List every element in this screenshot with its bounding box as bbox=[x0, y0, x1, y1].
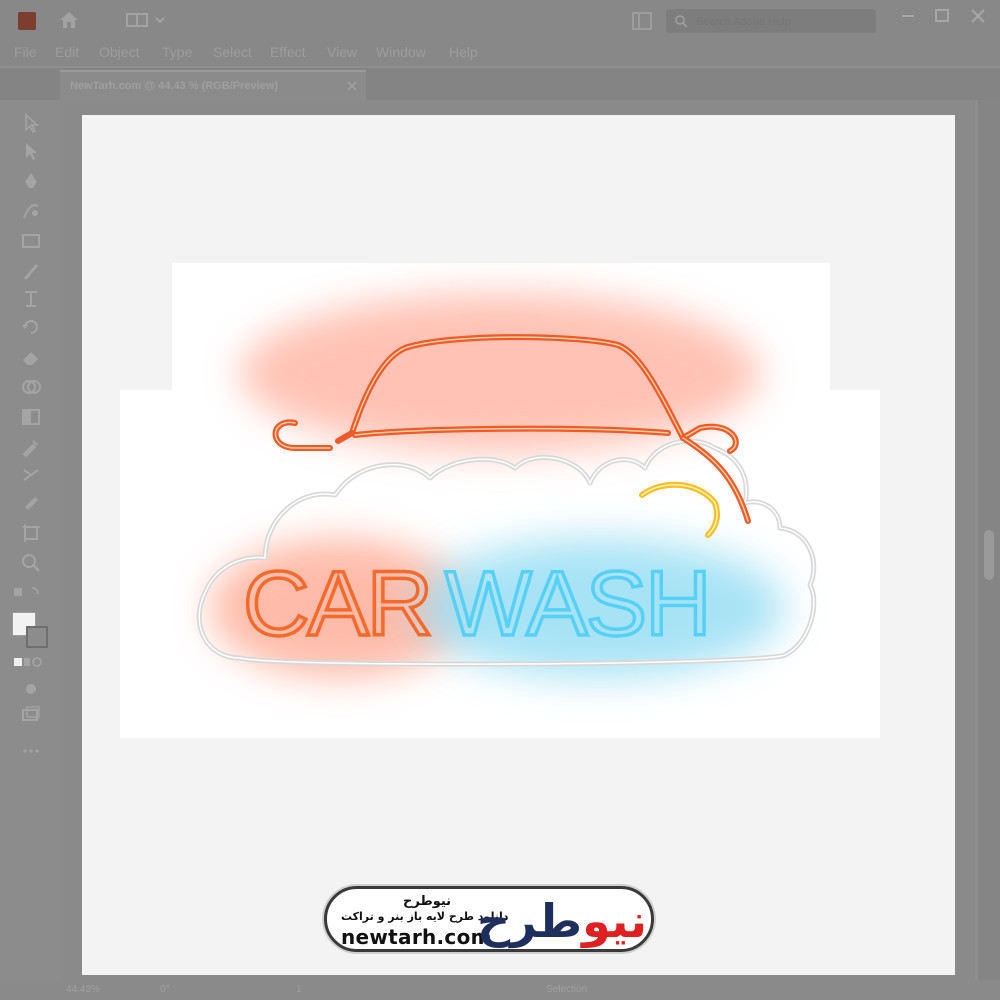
menu-bar: File Edit Object Type Select Effect View… bbox=[0, 40, 1000, 66]
status-bar: 44.43% 0° 1 Selection bbox=[0, 980, 1000, 1000]
arrange-documents-icon[interactable] bbox=[632, 12, 652, 30]
menu-select[interactable]: Select bbox=[213, 44, 252, 60]
watermark-url: newtarh.com bbox=[341, 925, 492, 949]
close-icon[interactable] bbox=[966, 6, 990, 26]
menu-object[interactable]: Object bbox=[99, 44, 139, 60]
direct-selection-tool-icon[interactable] bbox=[20, 140, 42, 162]
menu-help[interactable]: Help bbox=[449, 44, 478, 60]
type-tool-icon[interactable] bbox=[20, 288, 42, 310]
document-tab-label: NewTarh.com @ 44.43 % (RGB/Preview) bbox=[70, 80, 278, 92]
symbol-sprayer-tool-icon[interactable] bbox=[20, 492, 42, 514]
menu-edit[interactable]: Edit bbox=[55, 44, 79, 60]
home-icon[interactable] bbox=[58, 10, 80, 30]
workspace-switcher-icon[interactable] bbox=[126, 12, 166, 28]
document-tab-bar: NewTarh.com @ 44.43 % (RGB/Preview) bbox=[0, 68, 1000, 100]
draw-mode-icon[interactable] bbox=[20, 678, 42, 700]
tools-panel bbox=[0, 100, 60, 980]
car-word: CAR bbox=[243, 553, 431, 655]
pen-tool-icon[interactable] bbox=[20, 170, 42, 192]
zoom-tool-icon[interactable] bbox=[20, 552, 42, 574]
artboard-tool-icon[interactable] bbox=[20, 522, 42, 544]
vertical-scrollbar[interactable] bbox=[978, 100, 1000, 980]
artboard-number[interactable]: 1 bbox=[296, 984, 302, 995]
car-wash-neon-artwork[interactable]: CAR WASH bbox=[120, 263, 880, 738]
search-input[interactable] bbox=[694, 12, 874, 32]
tab-document[interactable]: NewTarh.com @ 44.43 % (RGB/Preview) bbox=[60, 70, 366, 100]
gradient-tool-icon[interactable] bbox=[20, 406, 42, 428]
rotation-value[interactable]: 0° bbox=[160, 984, 170, 995]
selection-tool-icon[interactable] bbox=[20, 112, 42, 134]
watermark-brand-name: نیوطرح bbox=[403, 894, 452, 909]
blend-tool-icon[interactable] bbox=[20, 464, 42, 486]
maximize-icon[interactable] bbox=[930, 6, 954, 26]
close-tab-icon[interactable] bbox=[346, 80, 358, 92]
search-icon bbox=[675, 15, 688, 28]
curvature-tool-icon[interactable] bbox=[20, 200, 42, 222]
default-colors-icon[interactable] bbox=[12, 584, 42, 606]
shape-builder-tool-icon[interactable] bbox=[20, 376, 42, 398]
stroke-color-swatch[interactable] bbox=[26, 626, 48, 648]
zoom-level[interactable]: 44.43% bbox=[66, 984, 100, 995]
illustrator-logo-icon[interactable] bbox=[18, 12, 36, 30]
minimize-icon[interactable] bbox=[896, 6, 920, 26]
more-tools-icon[interactable] bbox=[20, 740, 42, 762]
menu-effect[interactable]: Effect bbox=[270, 44, 306, 60]
app-bar bbox=[0, 0, 1000, 40]
eyedropper-tool-icon[interactable] bbox=[20, 436, 42, 458]
newtarh-watermark: نیوطرح دانلود طرح لایه باز بنر و تراکت n… bbox=[324, 886, 654, 952]
eraser-tool-icon[interactable] bbox=[20, 346, 42, 368]
help-search-box[interactable] bbox=[666, 9, 876, 33]
bubble-arc bbox=[639, 481, 720, 538]
rotate-tool-icon[interactable] bbox=[20, 316, 42, 338]
color-mode-icons[interactable] bbox=[12, 652, 42, 674]
screen-mode-icon[interactable] bbox=[20, 704, 42, 726]
paintbrush-tool-icon[interactable] bbox=[20, 260, 42, 282]
menu-type[interactable]: Type bbox=[162, 44, 192, 60]
rectangle-tool-icon[interactable] bbox=[20, 230, 42, 252]
wash-word: WASH bbox=[445, 553, 710, 655]
menu-window[interactable]: Window bbox=[376, 44, 426, 60]
scrollbar-thumb[interactable] bbox=[984, 530, 994, 580]
newtarh-logo: نیوطرح bbox=[477, 894, 647, 948]
current-tool-label: Selection bbox=[546, 984, 588, 995]
menu-file[interactable]: File bbox=[14, 44, 37, 60]
menu-view[interactable]: View bbox=[327, 44, 357, 60]
